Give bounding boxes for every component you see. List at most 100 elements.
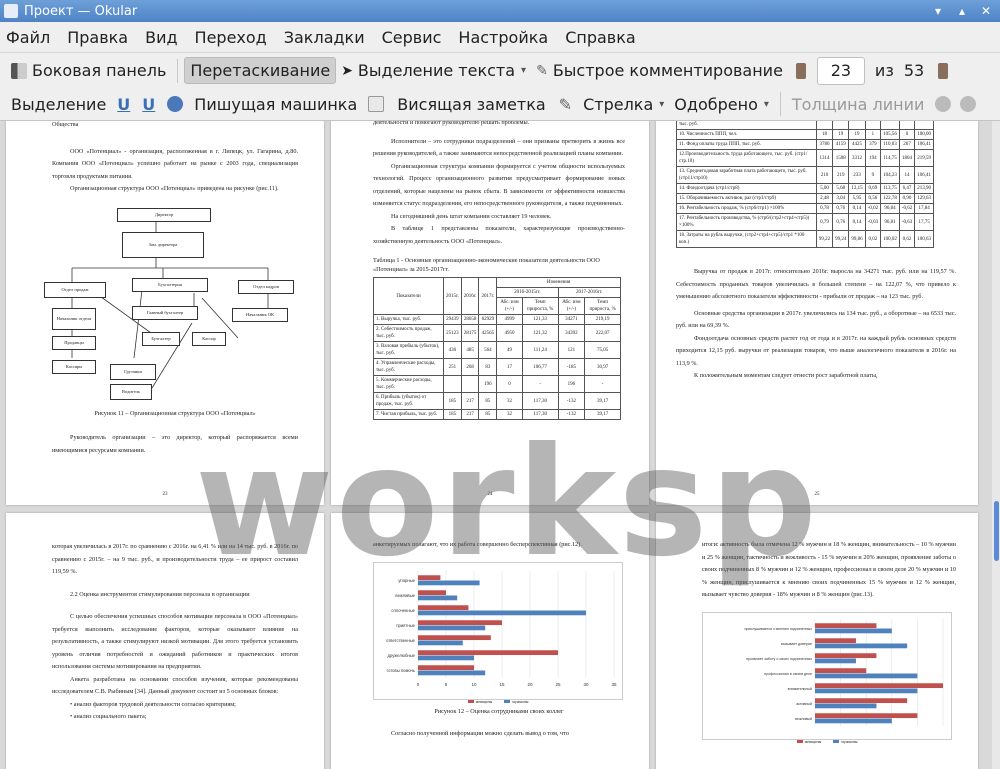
document-viewport[interactable]: Общества ООО «Потенциал» - организация, … [0,121,1000,769]
page-number-input[interactable]: 23 [816,56,865,85]
typewriter-tool[interactable]: Пишущая машинка [189,92,362,117]
paragraph: Выручка от продаж в 2017г. относительно … [676,268,956,300]
menu-view[interactable]: Вид [145,28,177,47]
paragraph: Организационная структура ООО «Потенциал… [70,185,279,192]
table-cell: 106,41 [914,139,934,150]
table-row: 14. Фондоотдача (стр1/стр8) 5,00 5,68 12,15… [676,183,934,194]
legend-item: мужчины [833,736,857,749]
underline-icon[interactable]: U [117,95,130,114]
close-icon[interactable]: ✕ [978,3,994,19]
org-box: Продавцы [52,335,96,350]
table-cell: 111,24 [521,341,559,359]
table-row: 3. Валовая прибыль (убыток), тыс. руб. 43… [373,341,621,359]
table-cell: 1508 [832,149,850,167]
minimize-icon[interactable]: ▾ [930,3,946,19]
table-cell: 16. Рентабельность продаж, % (стр6/стр1)… [676,203,817,214]
bar-women [418,664,474,670]
table-cell: -132 [557,409,586,420]
table-cell: -0,02 [864,203,882,214]
table-header: Изменения [496,277,621,288]
table-row: 11. Фонд оплаты труда ППП, тыс. руб. 3780… [676,139,934,150]
chevron-down-icon[interactable]: ▾ [659,99,664,110]
menu-go[interactable]: Переход [195,28,267,47]
stamp-label: Одобрено [674,94,758,114]
table-cell: 75,05 [584,341,621,359]
chevron-down-icon[interactable]: ▾ [764,99,769,110]
org-box: Зам. директора [122,231,204,258]
legend-item: женщины [796,736,821,749]
globe-icon[interactable] [167,96,184,112]
table-cell: 117,30 [521,392,559,410]
table-cell: 100,63 [914,230,934,248]
vertical-scrollbar[interactable] [992,121,1000,769]
menubar: Файл Правка Вид Переход Закладки Сервис … [0,22,1000,52]
popup-note-tool[interactable]: Висящая заметка [392,92,550,117]
table-cell: 85 [478,409,498,420]
category-label: проявляет заботу о своих подчиненных [746,657,812,661]
toolbar-separator [177,58,179,83]
page-total-label: 53 [903,61,925,80]
browse-label: Перетаскивание [190,61,331,80]
table-header: Темп прироста, % [521,297,559,315]
bar-women [815,637,856,643]
document-page: которая увеличилась в 2017г. по сравнени… [6,513,324,769]
table-cell: 39,17 [584,409,621,420]
table-cell: 7. Чистая прибыль, тыс. руб. [373,409,444,420]
paragraph: В таблице 1 представлены показатели, хар… [373,225,625,245]
table-cell: 4425 [848,139,866,150]
paragraph: Организационная структура компании форми… [373,162,625,208]
stamp-tool[interactable]: Одобрено ▾ [669,92,774,117]
list-item: • анализ факторов трудовой деятельности … [70,700,236,708]
quick-annotation-button[interactable]: ✎ Быстрое комментирование [531,58,788,83]
arrow-draw-icon: ✎ [558,94,573,114]
cursor-icon: ➤ [341,62,353,79]
menu-edit[interactable]: Правка [67,28,128,47]
table-cell: 85 [478,392,498,410]
line-width-control[interactable]: Толщина линии [787,92,930,117]
table-row: 6. Прибыль (убыток) от продаж, тыс. руб.… [373,392,621,410]
table-cell: 99,86 [848,230,866,248]
window-title: Проект — Okular [24,3,138,19]
table-row: 7. Чистая прибыль, тыс. руб. 185 217 85 32 11… [373,409,621,420]
table-cell: 219,19 [584,314,621,325]
table-cell: -132 [557,392,586,410]
squiggly-icon[interactable]: U [142,95,155,114]
browse-tool-button[interactable]: Перетаскивание [184,57,337,84]
bar-women [418,574,441,580]
tick-label: 0 [417,682,420,687]
bar-chart-svg: прислушивается к мнению подчиненных вызыв… [744,618,944,726]
menu-help[interactable]: Справка [565,28,636,47]
arrow-tool[interactable]: Стрелка ▾ [578,92,669,117]
bar-men [418,640,463,645]
tick-label: 25 [555,682,561,687]
table-cell [864,121,882,130]
chevron-down-icon[interactable]: ▾ [521,65,526,76]
quick-annotation-label: Быстрое комментирование [552,61,783,80]
note-icon [368,96,385,112]
next-page-icon[interactable] [938,62,949,79]
sidebar-button[interactable]: Боковая панель [6,58,171,83]
org-chart: Директор Зам. директора Отдел продаж Бух… [44,198,298,408]
menu-bookmarks[interactable]: Закладки [284,28,365,47]
highlight-tool[interactable]: Выделение [6,92,111,117]
chart-legend: женщины мужчины [374,696,622,709]
page-number: 25 [814,491,820,497]
menu-settings[interactable]: Настройка [458,28,548,47]
org-box: Бухгалтер [142,331,180,346]
previous-page-icon[interactable] [795,62,806,79]
category-label: упорные [398,578,415,583]
table-header: 2016г. [460,277,480,315]
color-icon[interactable] [935,96,952,112]
table-cell: 32 [496,392,523,410]
opacity-icon[interactable] [960,96,977,112]
maximize-icon[interactable]: ▴ [954,3,970,19]
table-cell: 5. Коммерческие расходы, тыс. руб. [373,375,444,393]
table-cell: 0 [496,375,523,393]
text-select-button[interactable]: ➤ Выделение текста ▾ [336,58,531,83]
table-cell: 185 [442,392,462,410]
table-cell: - [521,375,559,393]
sidebar-label: Боковая панель [32,61,167,80]
menu-tools[interactable]: Сервис [382,28,442,47]
scrollbar-thumb[interactable] [994,501,999,561]
menu-file[interactable]: Файл [6,28,50,47]
